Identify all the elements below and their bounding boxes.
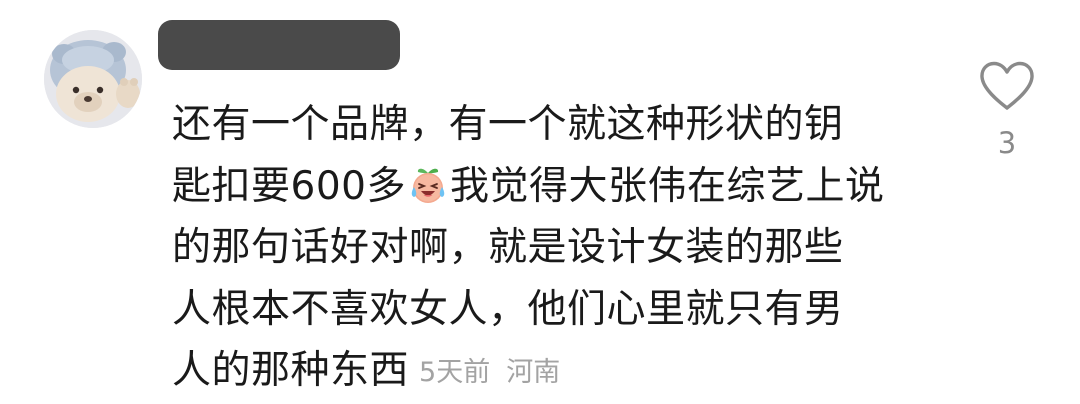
comment-text: 还有一个品牌，有一个就这种形状的钥 匙扣要600多 我觉得大张伟在综艺上说 的那… (172, 94, 952, 402)
avatar[interactable] (44, 30, 142, 128)
comment-line: 人的那种东西 5天前 河南 (172, 340, 952, 402)
comment-region: 河南 (506, 357, 561, 388)
comment-line: 匙扣要600多 我觉得大张伟在综艺上说 (172, 156, 952, 218)
comment-text-segment: 匙扣要600多 (172, 163, 406, 209)
comment-line: 的那句话好对啊，就是设计女装的那些 (172, 225, 844, 270)
comment-time: 5天前 (419, 357, 491, 388)
crying-laughing-emoji-icon (411, 168, 445, 203)
comment-line: 还有一个品牌，有一个就这种形状的钥 (172, 102, 844, 147)
heart-outline-icon (980, 61, 1034, 110)
like-count: 3 (997, 126, 1017, 160)
username-redacted[interactable] (158, 20, 400, 70)
comment-text-segment: 我觉得大张伟在综艺上说 (449, 163, 885, 209)
avatar-bear-image (44, 30, 142, 128)
comment-meta: 5天前 河南 (419, 357, 560, 388)
like-button[interactable] (978, 60, 1036, 112)
comment-line: 人根本不喜欢女人，他们心里就只有男 (172, 286, 844, 332)
comment-text-segment: 人的那种东西 (172, 348, 410, 393)
